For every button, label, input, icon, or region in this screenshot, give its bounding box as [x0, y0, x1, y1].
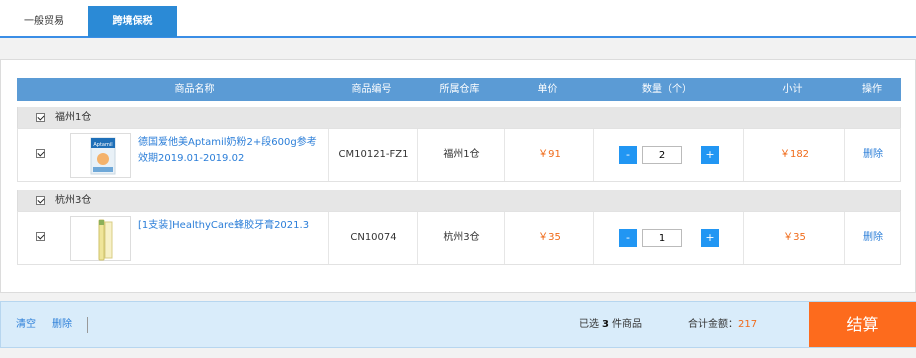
item-checkbox[interactable]: [36, 232, 45, 241]
warehouse-cell: 福州1仓: [417, 129, 504, 181]
delete-item-link[interactable]: 删除: [845, 129, 901, 181]
item-checkbox[interactable]: [36, 149, 45, 158]
quantity-input[interactable]: [642, 229, 682, 247]
qty-cell: - +: [593, 129, 743, 181]
tab-bar: 一般贸易 跨境保税: [0, 0, 916, 38]
selected-suffix: 件商品: [611, 319, 642, 330]
product-cell: Aptamil 德国爱他美Aptamil奶粉2+段600g参考效期2019.01…: [18, 129, 328, 181]
unit-price: ￥35: [538, 232, 561, 243]
warehouse-cell: 杭州3仓: [417, 212, 504, 264]
table-row: Aptamil 德国爱他美Aptamil奶粉2+段600g参考效期2019.01…: [17, 128, 901, 182]
tab-cross-border-bonded[interactable]: 跨境保税: [88, 6, 177, 37]
table-row: [1支装]HealthyCare蜂胶牙膏2021.3 CN10074 杭州3仓 …: [17, 211, 901, 265]
increase-qty-button[interactable]: +: [701, 229, 719, 247]
action-cell: 删除: [844, 212, 900, 264]
milk-powder-box-image[interactable]: Aptamil: [70, 133, 131, 178]
quantity-stepper: - +: [594, 229, 744, 247]
selected-prefix: 已选: [579, 319, 599, 330]
delete-selected-link[interactable]: 删除: [52, 302, 72, 347]
header-subtotal: 小计: [782, 84, 803, 95]
product-cell: [1支装]HealthyCare蜂胶牙膏2021.3: [18, 212, 328, 264]
product-name-link[interactable]: [1支装]HealthyCare蜂胶牙膏2021.3: [138, 218, 324, 234]
group-name: 福州1仓: [55, 112, 92, 123]
total-amount-info: 合计金额：217: [688, 302, 757, 347]
selected-count: 3: [602, 319, 609, 330]
total-amount: 217: [738, 319, 758, 330]
tab-general-trade[interactable]: 一般贸易: [0, 6, 88, 37]
quantity-stepper: - +: [594, 146, 744, 164]
product-code: CN10074: [350, 232, 397, 243]
code-cell: CM10121-FZ1: [328, 129, 417, 181]
delete-item-link[interactable]: 删除: [845, 212, 901, 264]
price-cell: ￥91: [504, 129, 593, 181]
svg-text:Aptamil: Aptamil: [93, 142, 112, 148]
warehouse-group-header: 福州1仓: [17, 107, 901, 128]
header-qty: 数量（个）: [642, 84, 692, 95]
product-warehouse: 杭州3仓: [443, 232, 480, 243]
toothpaste-tube-image[interactable]: [70, 216, 131, 261]
header-action: 操作: [862, 84, 882, 95]
subtotal: ￥182: [779, 149, 810, 160]
code-cell: CN10074: [328, 212, 417, 264]
decrease-qty-button[interactable]: -: [619, 229, 637, 247]
cart-table: 商品名称 商品编号 所属仓库 单价 数量（个） 小计 操作 福州1仓 Aptam…: [17, 78, 901, 265]
total-label: 合计金额：: [688, 319, 738, 330]
quantity-input[interactable]: [642, 146, 682, 164]
product-name-link[interactable]: 德国爱他美Aptamil奶粉2+段600g参考效期2019.01-2019.02: [138, 135, 324, 167]
selected-count-info: 已选 3 件商品: [579, 302, 642, 347]
subtotal-cell: ￥35: [743, 212, 844, 264]
group-name: 杭州3仓: [55, 195, 92, 206]
clear-cart-link[interactable]: 清空: [16, 302, 36, 347]
price-cell: ￥35: [504, 212, 593, 264]
qty-cell: - +: [593, 212, 743, 264]
table-header: 商品名称 商品编号 所属仓库 单价 数量（个） 小计 操作: [17, 78, 901, 101]
product-warehouse: 福州1仓: [443, 149, 480, 160]
increase-qty-button[interactable]: +: [701, 146, 719, 164]
header-price: 单价: [537, 84, 558, 95]
group-checkbox[interactable]: [36, 113, 45, 122]
subtotal-cell: ￥182: [743, 129, 844, 181]
product-code: CM10121-FZ1: [338, 149, 409, 160]
unit-price: ￥91: [538, 149, 561, 160]
cart-panel: 商品名称 商品编号 所属仓库 单价 数量（个） 小计 操作 福州1仓 Aptam…: [0, 59, 916, 293]
decrease-qty-button[interactable]: -: [619, 146, 637, 164]
group-checkbox[interactable]: [36, 196, 45, 205]
header-name: 商品名称: [174, 84, 215, 95]
divider: [87, 317, 88, 333]
cart-footer: 清空 删除 已选 3 件商品 合计金额：217 结算: [0, 301, 916, 348]
subtotal: ￥35: [783, 232, 806, 243]
warehouse-group-header: 杭州3仓: [17, 190, 901, 211]
action-cell: 删除: [844, 129, 900, 181]
checkout-button[interactable]: 结算: [809, 302, 916, 347]
header-code: 商品编号: [351, 84, 392, 95]
header-warehouse: 所属仓库: [439, 84, 480, 95]
